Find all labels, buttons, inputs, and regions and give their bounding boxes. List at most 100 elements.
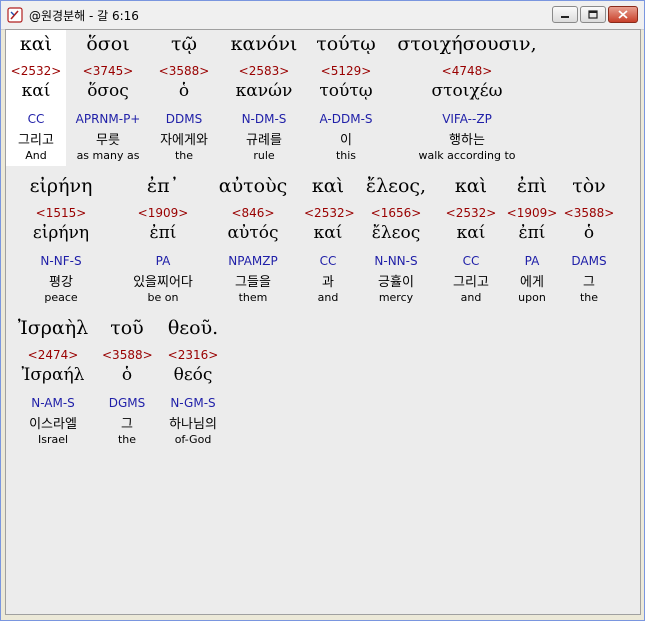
greek-word: εἰρήνη [29, 175, 93, 197]
korean-gloss: 에게 [520, 275, 544, 290]
lemma: εἰρήνη [32, 223, 90, 243]
lemma: ὁ [121, 365, 133, 385]
strong-number: <1909> [137, 206, 189, 220]
parsing-code: NPAMZP [228, 254, 278, 268]
parsing-code: PA [524, 254, 540, 268]
strong-number: <1656> [370, 206, 422, 220]
lemma: στοιχέω [431, 81, 503, 101]
parsing-code: APRNM-P+ [75, 112, 141, 126]
lemma: κανών [235, 81, 293, 101]
word-unit[interactable]: καὶ <2532> καί CC 그리고 And [6, 30, 66, 166]
strong-number: <3588> [102, 348, 153, 362]
english-gloss: them [238, 291, 268, 304]
word-unit[interactable]: καὶ <2532> καί CC 그리고 and [442, 172, 500, 308]
minimize-button[interactable] [552, 6, 578, 23]
greek-word: τούτῳ [316, 33, 376, 55]
korean-gloss: 무릇 [96, 133, 120, 148]
maximize-icon [588, 10, 598, 19]
greek-word: ἐπ᾽ [146, 175, 180, 197]
word-unit[interactable]: εἰρήνη <1515> εἰρήνη N-NF-S 평강 peace [20, 172, 102, 308]
greek-word: τῷ [170, 33, 197, 55]
strong-number: <846> [231, 206, 275, 220]
parsing-code: N-GM-S [170, 396, 216, 410]
english-gloss: And [25, 149, 47, 162]
greek-word: καὶ [19, 33, 53, 55]
lemma: θεός [173, 365, 213, 385]
korean-gloss: 그 [583, 275, 595, 290]
english-gloss: mercy [378, 291, 414, 304]
word-unit[interactable]: κανόνι <2583> κανών N-DM-S 규례를 rule [226, 30, 302, 166]
word-unit[interactable]: καὶ <2532> καί CC 과 and [304, 172, 355, 308]
korean-gloss: 하나님의 [169, 417, 217, 432]
title-bar[interactable]: @원경분해 - 갈 6:16 [1, 1, 644, 30]
word-unit[interactable]: ἐπ᾽ <1909> ἐπί PA 있을찌어다 be on [122, 172, 204, 308]
greek-word: τοῦ [110, 317, 144, 339]
lemma: Ἰσραήλ [21, 365, 85, 385]
close-button[interactable] [608, 6, 638, 23]
korean-gloss: 있을찌어다 [133, 275, 193, 290]
korean-gloss: 자에게와 [160, 133, 208, 148]
greek-word: στοιχήσουσιν, [397, 33, 537, 55]
greek-word: θεοῦ. [167, 317, 219, 339]
parsing-code: DAMS [571, 254, 607, 268]
english-gloss: this [335, 149, 357, 162]
strong-number: <3588> [158, 64, 210, 78]
word-unit[interactable]: τὸν <3588> ὁ DAMS 그 the [562, 172, 616, 308]
english-gloss: the [579, 291, 599, 304]
interlinear-view: καὶ <2532> καί CC 그리고 And ὅσοι <3745> ὅσ… [5, 29, 641, 615]
strong-number: <1515> [35, 206, 87, 220]
word-unit[interactable]: τοῦ <3588> ὁ DGMS 그 the [102, 314, 153, 450]
maximize-button[interactable] [580, 6, 606, 23]
strong-number: <3745> [82, 64, 134, 78]
strong-number: <2583> [238, 64, 290, 78]
english-gloss: rule [253, 149, 275, 162]
word-unit[interactable]: Ἰσραὴλ <2474> Ἰσραήλ N-AM-S 이스라엘 Israel [10, 314, 96, 450]
word-unit[interactable]: ὅσοι <3745> ὅσος APRNM-P+ 무릇 as many as [70, 30, 146, 166]
english-gloss: be on [147, 291, 179, 304]
lemma: καί [313, 223, 343, 243]
parsing-code: N-DM-S [241, 112, 287, 126]
lemma: καί [21, 81, 51, 101]
korean-gloss: 과 [322, 275, 334, 290]
greek-word: τὸν [572, 175, 606, 197]
korean-gloss: 그리고 [453, 275, 489, 290]
lemma: ὁ [583, 223, 595, 243]
english-gloss: of-God [174, 433, 212, 446]
greek-word: ἔλεος, [365, 175, 427, 197]
strong-number: <1909> [506, 206, 558, 220]
word-unit[interactable]: ἐπὶ <1909> ἐπί PA 에게 upon [506, 172, 558, 308]
parsing-code: A-DDM-S [319, 112, 373, 126]
english-gloss: peace [44, 291, 78, 304]
english-gloss: as many as [76, 149, 140, 162]
app-window: @원경분해 - 갈 6:16 καὶ <2532> καί CC 그리고 And [0, 0, 645, 621]
close-icon [618, 10, 628, 19]
app-icon [7, 7, 23, 23]
parsing-code: DDMS [165, 112, 203, 126]
minimize-icon [561, 15, 569, 18]
lemma: τούτῳ [319, 81, 373, 101]
word-unit[interactable]: στοιχήσουσιν, <4748> στοιχέω VIFA--ZP 행하… [390, 30, 544, 166]
greek-word: καὶ [454, 175, 488, 197]
english-gloss: the [117, 433, 137, 446]
greek-word: ἐπὶ [516, 175, 548, 197]
word-unit[interactable]: θεοῦ. <2316> θεός N-GM-S 하나님의 of-God [160, 314, 226, 450]
parsing-code: N-NN-S [374, 254, 418, 268]
word-unit[interactable]: αὐτοὺς <846> αὐτός NPAMZP 그들을 them [210, 172, 296, 308]
word-unit[interactable]: τῷ <3588> ὁ DDMS 자에게와 the [152, 30, 216, 166]
greek-word: αὐτοὺς [218, 175, 288, 197]
korean-gloss: 이스라엘 [29, 417, 77, 432]
lemma: ἔλεος [371, 223, 421, 243]
parsing-code: VIFA--ZP [442, 112, 492, 126]
english-gloss: upon [518, 291, 546, 304]
strong-number: <2316> [167, 348, 219, 362]
window-title: @원경분해 - 갈 6:16 [29, 9, 139, 23]
korean-gloss: 행하는 [449, 133, 485, 148]
word-unit[interactable]: ἔλεος, <1656> ἔλεος N-NN-S 긍휼이 mercy [358, 172, 434, 308]
word-unit[interactable]: τούτῳ <5129> τούτῳ A-DDM-S 이 this [310, 30, 382, 166]
parsing-code: N-AM-S [31, 396, 75, 410]
english-gloss: Israel [37, 433, 69, 446]
lemma: ὅσος [87, 81, 129, 101]
strong-number: <2474> [27, 348, 79, 362]
parsing-code: CC [319, 254, 337, 268]
parsing-code: PA [155, 254, 171, 268]
